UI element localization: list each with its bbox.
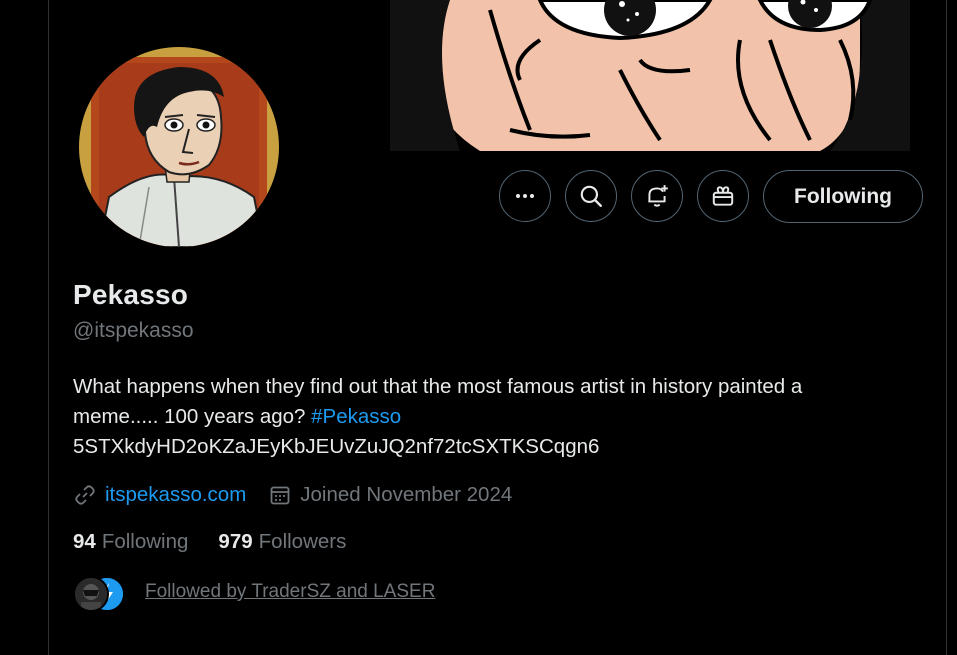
more-horizontal-icon (516, 194, 534, 198)
followers-count: 979 (218, 530, 253, 553)
profile-page: Following Pekasso @itspekasso What happe… (0, 0, 957, 655)
gift-icon (712, 186, 734, 206)
bio-text: meme..... 100 years ago? (73, 405, 312, 428)
website-link[interactable]: itspekasso.com (105, 483, 246, 507)
trader-avatar-image (75, 578, 107, 610)
bio-line: 5STXkdyHD2oKZaJEyKbJEUvZuJQ2nf72tcSXTKSC… (73, 435, 600, 458)
gift-button[interactable] (697, 170, 749, 222)
profile-display-name: Pekasso (73, 279, 189, 310)
followed-by-avatars (73, 574, 133, 612)
bio-line: meme..... 100 years ago? #Pekasso (73, 402, 933, 432)
joined-item: Joined November 2024 (268, 483, 512, 507)
website-item: itspekasso.com (73, 483, 246, 507)
profile-avatar[interactable] (79, 47, 279, 247)
profile-meta: itspekasso.com Joined November 2024 (73, 480, 534, 510)
bell-plus-icon (648, 185, 668, 207)
profile-bio: What happens when they find out that the… (73, 372, 933, 462)
following-button[interactable]: Following (763, 170, 923, 223)
link-icon (75, 485, 95, 505)
avatar (73, 576, 109, 612)
profile-stats: 94 Following 979 Followers (73, 527, 376, 557)
column-divider-right (946, 0, 947, 655)
search-profile-button[interactable] (565, 170, 617, 222)
following-count: 94 (73, 530, 96, 553)
followed-by-row: Followed by TraderSZ and LASER (73, 573, 435, 612)
more-options-button[interactable] (499, 170, 551, 222)
banner-illustration (390, 0, 910, 151)
bio-hashtag-link[interactable]: #Pekasso (311, 405, 401, 428)
followers-count-link[interactable]: 979 Followers (218, 530, 346, 554)
following-count-label: Following (101, 530, 189, 553)
following-count-link[interactable]: 94 Following (73, 530, 188, 554)
avatar-portrait (79, 47, 279, 247)
followed-by-link[interactable]: Followed by TraderSZ and LASER (145, 581, 435, 603)
bio-line: What happens when they find out that the… (73, 375, 803, 398)
column-divider-left (48, 0, 49, 655)
notifications-button[interactable] (631, 170, 683, 222)
profile-banner[interactable] (390, 0, 910, 151)
followers-count-label: Followers (258, 530, 347, 553)
search-icon (580, 185, 602, 207)
joined-date: Joined November 2024 (300, 483, 513, 506)
calendar-icon (270, 486, 290, 505)
profile-handle: @itspekasso (73, 319, 194, 342)
